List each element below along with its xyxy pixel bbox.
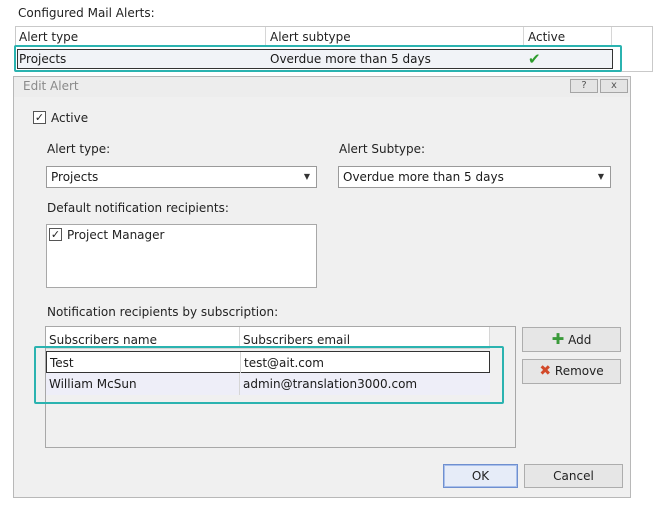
dialog-titlebar bbox=[14, 77, 630, 97]
alert-subtype-value: Overdue more than 5 days bbox=[343, 170, 504, 184]
column-active[interactable]: Active bbox=[524, 27, 612, 47]
default-recipients-label: Default notification recipients: bbox=[47, 201, 229, 215]
checkmark-icon: ✓ bbox=[34, 111, 45, 124]
cancel-button[interactable]: Cancel bbox=[524, 464, 623, 488]
active-checkbox[interactable]: ✓ bbox=[33, 111, 46, 124]
help-button[interactable]: ? bbox=[570, 79, 598, 93]
configured-alerts-header: Alert type Alert subtype Active bbox=[15, 27, 653, 47]
highlight-box-configured-row bbox=[14, 45, 622, 72]
configured-alerts-label: Configured Mail Alerts: bbox=[18, 6, 155, 20]
add-button-label: Add bbox=[568, 333, 592, 347]
close-icon: x bbox=[611, 80, 617, 91]
alert-type-dropdown[interactable]: Projects ▼ bbox=[46, 166, 317, 188]
project-manager-label: Project Manager bbox=[67, 228, 165, 242]
dialog-title: Edit Alert bbox=[23, 79, 79, 93]
column-alert-type[interactable]: Alert type bbox=[15, 27, 266, 47]
project-manager-checkbox[interactable]: ✓ bbox=[49, 228, 62, 241]
chevron-down-icon: ▼ bbox=[303, 172, 310, 181]
ok-button[interactable]: OK bbox=[443, 464, 518, 488]
add-subscriber-button[interactable]: ✚ Add bbox=[522, 327, 621, 352]
alert-subtype-label: Alert Subtype: bbox=[339, 142, 426, 156]
remove-icon: ✖ bbox=[539, 363, 552, 379]
help-icon: ? bbox=[581, 80, 587, 91]
alert-type-value: Projects bbox=[51, 170, 99, 184]
column-alert-subtype[interactable]: Alert subtype bbox=[266, 27, 524, 47]
alert-subtype-dropdown[interactable]: Overdue more than 5 days ▼ bbox=[338, 166, 611, 188]
checkmark-icon: ✓ bbox=[50, 228, 61, 241]
active-label: Active bbox=[51, 111, 89, 125]
remove-subscriber-button[interactable]: ✖ Remove bbox=[522, 359, 621, 384]
plus-icon: ✚ bbox=[551, 330, 565, 348]
remove-button-label: Remove bbox=[554, 364, 604, 378]
chevron-down-icon: ▼ bbox=[597, 172, 604, 181]
close-button[interactable]: x bbox=[600, 79, 628, 93]
alert-type-label: Alert type: bbox=[47, 142, 111, 156]
highlight-box-subscribers bbox=[34, 346, 504, 404]
subscription-recipients-label: Notification recipients by subscription: bbox=[47, 305, 279, 319]
